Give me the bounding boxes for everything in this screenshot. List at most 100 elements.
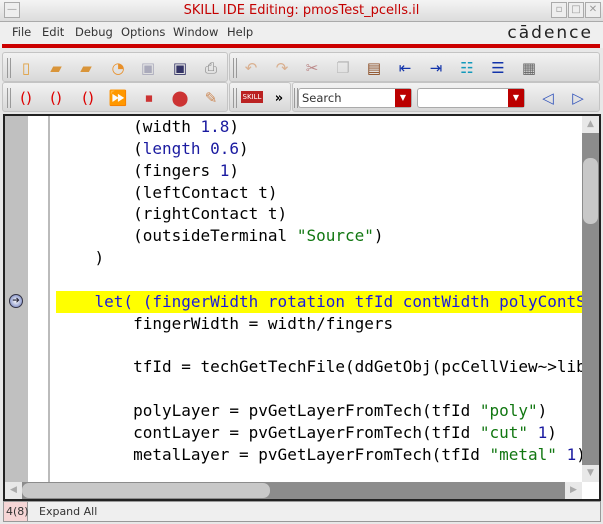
- stop-icon[interactable]: ⏹: [140, 89, 158, 107]
- code-token: 0.6: [210, 138, 240, 158]
- scroll-down-icon[interactable]: ▼: [582, 465, 599, 482]
- code-line[interactable]: [56, 334, 582, 356]
- save-icon[interactable]: ▣: [139, 59, 157, 77]
- menu-file[interactable]: File: [12, 25, 31, 39]
- code-line[interactable]: (rightContact t): [56, 203, 582, 225]
- continue-icon[interactable]: ⏩: [109, 89, 128, 107]
- code-line[interactable]: ): [56, 247, 582, 269]
- reload-icon[interactable]: ◔: [109, 59, 127, 77]
- title-bar: — SKILL IDE Editing: pmosTest_pcells.il …: [0, 0, 603, 22]
- cursor-position: 4(8): [4, 502, 29, 521]
- code-line[interactable]: (outsideTerminal "Source"): [56, 225, 582, 247]
- step-icon[interactable]: (): [17, 89, 35, 107]
- code-token: "metal": [489, 444, 557, 464]
- code-line[interactable]: tfId = techGetTechFile(ddGetObj(pcCellVi…: [56, 356, 582, 378]
- code-line[interactable]: (length 0.6): [56, 138, 582, 160]
- paste-icon[interactable]: ▤: [365, 59, 383, 77]
- code-token: ): [229, 160, 240, 180]
- code-token: width: [142, 117, 201, 136]
- edit-toolbar: ↶ ↷ ✂ ❐ ▤ ⇤ ⇥ ☷ ☰ ▦: [229, 52, 600, 82]
- horizontal-scroll-thumb[interactable]: [22, 483, 270, 498]
- code-line[interactable]: polyLayer = pvGetLayerFromTech(tfId "pol…: [56, 400, 582, 422]
- code-token: ): [547, 422, 557, 442]
- find-previous-icon[interactable]: ◁: [539, 89, 557, 107]
- indent-right-icon[interactable]: ⇥: [427, 59, 445, 77]
- code-line[interactable]: contLayer = pvGetLayerFromTech(tfId "cut…: [56, 422, 582, 444]
- cut-icon[interactable]: ✂: [303, 59, 321, 77]
- cadence-logo: cādence: [507, 23, 593, 43]
- code-token: "cut": [479, 422, 529, 442]
- open-new-folder-icon[interactable]: ▰: [77, 59, 95, 77]
- copy-icon[interactable]: ❐: [334, 59, 352, 77]
- step-into-icon[interactable]: (): [47, 89, 65, 107]
- scope-dropdown-icon[interactable]: ▼: [508, 89, 524, 107]
- code-line[interactable]: (leftContact t): [56, 182, 582, 204]
- search-input[interactable]: Search ▼: [298, 88, 412, 108]
- scroll-right-icon[interactable]: ▶: [565, 482, 582, 499]
- search-placeholder: Search: [302, 91, 342, 105]
- current-code-line[interactable]: let( (fingerWidth rotation tfId contWidt…: [56, 290, 582, 313]
- debug-toolbar: () () () ⏩ ⏹ ⬤ ✎: [2, 82, 228, 112]
- menu-window[interactable]: Window: [173, 25, 218, 39]
- find-next-icon[interactable]: ▷: [569, 89, 587, 107]
- print-icon[interactable]: ⎙: [202, 59, 220, 77]
- new-file-icon[interactable]: ▯: [17, 59, 35, 77]
- code-token: fingerWidth = width/fingers: [56, 313, 394, 333]
- code-line[interactable]: metalLayer = pvGetLayerFromTech(tfId "me…: [56, 444, 582, 466]
- menu-help[interactable]: Help: [227, 25, 253, 39]
- toolbar-grip[interactable]: [7, 88, 11, 108]
- scroll-up-icon[interactable]: ▲: [582, 116, 599, 133]
- step-out-icon[interactable]: (): [79, 89, 97, 107]
- code-token: tfId = techGetTechFile(ddGetObj(pcCellVi…: [56, 357, 582, 377]
- code-line[interactable]: [56, 378, 582, 400]
- redo-icon[interactable]: ↷: [273, 59, 291, 77]
- horizontal-scrollbar[interactable]: ◀ ▶: [5, 482, 582, 499]
- search-dropdown-icon[interactable]: ▼: [395, 89, 411, 107]
- undo-icon[interactable]: ↶: [242, 59, 260, 77]
- code-line[interactable]: (width 1.8): [56, 116, 582, 138]
- gutter-divider: [48, 116, 50, 499]
- code-token: (fingers: [56, 160, 220, 180]
- vertical-scrollbar[interactable]: ▲ ▼: [582, 116, 599, 482]
- save-as-icon[interactable]: ▣: [171, 59, 189, 77]
- skill-toolbar: SKILL »: [229, 82, 291, 112]
- toolbar-grip[interactable]: [7, 58, 11, 78]
- toolbar-grip[interactable]: [233, 58, 237, 78]
- code-token: ): [229, 117, 240, 136]
- scroll-left-icon[interactable]: ◀: [5, 482, 22, 499]
- maximize-button[interactable]: □: [568, 2, 584, 18]
- close-button[interactable]: ✕: [585, 2, 601, 18]
- code-line[interactable]: fingerWidth = width/fingers: [56, 313, 582, 335]
- code-line[interactable]: [56, 269, 582, 291]
- menu-edit[interactable]: Edit: [42, 25, 64, 39]
- trace-icon[interactable]: ✎: [202, 89, 220, 107]
- indent-left-icon[interactable]: ⇤: [396, 59, 414, 77]
- menu-debug[interactable]: Debug: [75, 25, 113, 39]
- more-tools-button[interactable]: »: [270, 89, 288, 107]
- tree-list-icon[interactable]: ☷: [458, 59, 476, 77]
- minimize-button[interactable]: ▫: [551, 2, 567, 18]
- outline-icon[interactable]: ☰: [489, 59, 507, 77]
- status-bar: 4(8) Expand All: [3, 501, 601, 522]
- code-area[interactable]: (width 1.8) (length 0.6) (fingers 1) (le…: [56, 116, 582, 482]
- code-token: ): [373, 226, 384, 246]
- abort-icon[interactable]: ⬤: [171, 89, 189, 107]
- code-line[interactable]: (fingers 1): [56, 160, 582, 182]
- code-editor[interactable]: ➔ (width 1.8) (length 0.6) (fingers 1) (…: [3, 114, 601, 501]
- search-scope-select[interactable]: ▼: [417, 88, 525, 108]
- menu-options[interactable]: Options: [121, 25, 165, 39]
- code-token: metalLayer = pvGetLayerFromTech(tfId: [56, 444, 490, 464]
- toolbar-grip[interactable]: [233, 88, 237, 108]
- open-folder-icon[interactable]: ▰: [47, 59, 65, 77]
- code-token: (: [56, 117, 143, 136]
- vertical-scroll-thumb[interactable]: [583, 158, 598, 224]
- code-token: length: [142, 138, 201, 158]
- code-token: (rightContact t): [56, 204, 288, 224]
- code-token: 1: [219, 160, 230, 180]
- search-toolbar: Search ▼ ▼ ◁ ▷: [292, 82, 600, 112]
- skill-lint-icon[interactable]: SKILL: [241, 91, 263, 103]
- properties-icon[interactable]: ▦: [520, 59, 538, 77]
- code-token: contLayer = pvGetLayerFromTech(tfId: [56, 422, 480, 442]
